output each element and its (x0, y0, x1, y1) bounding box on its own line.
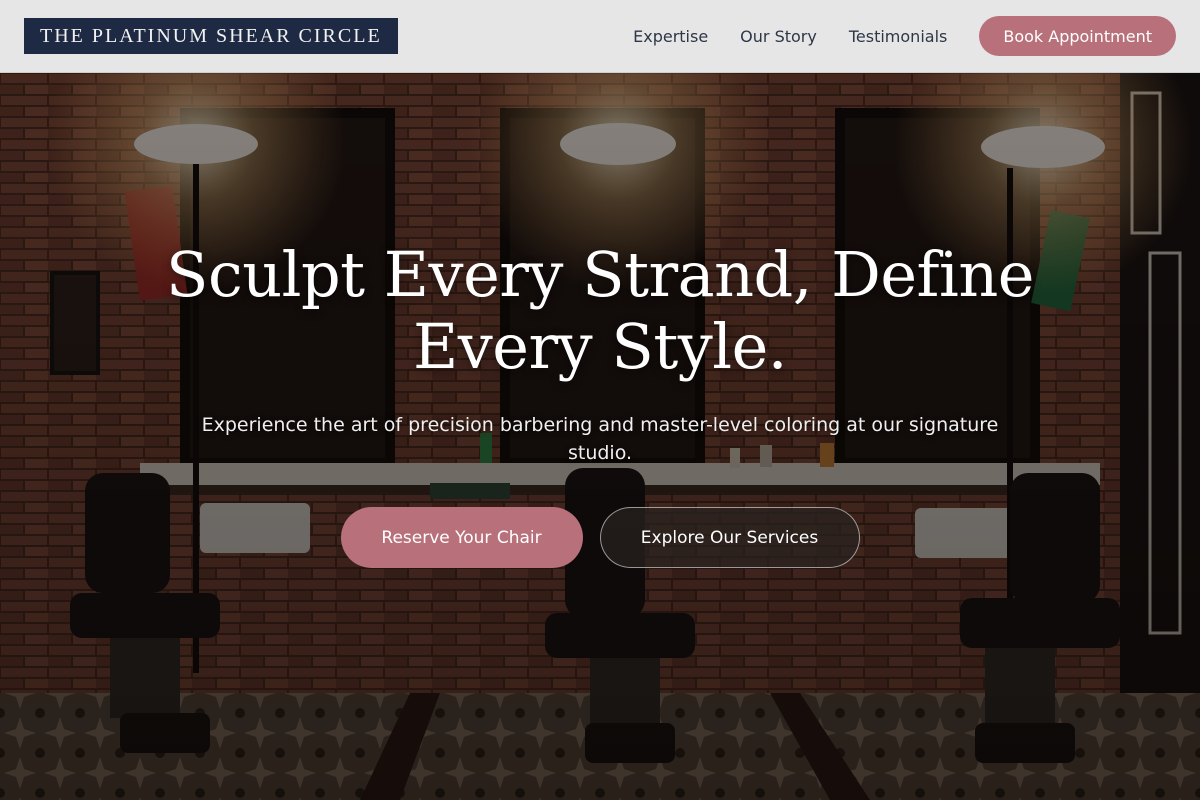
nav-link-expertise[interactable]: Expertise (633, 27, 708, 46)
site-header: THE PLATINUM SHEAR CIRCLE Expertise Our … (0, 0, 1200, 73)
explore-services-button[interactable]: Explore Our Services (599, 507, 860, 568)
brand-logo[interactable]: THE PLATINUM SHEAR CIRCLE (24, 18, 398, 54)
hero-subtitle: Experience the art of precision barberin… (201, 414, 999, 464)
main-nav: Expertise Our Story Testimonials Book Ap… (633, 16, 1176, 56)
hero-title: Sculpt Every Strand, Define Every Style. (166, 238, 1034, 383)
hero-section: Sculpt Every Strand, Define Every Style.… (0, 73, 1200, 800)
book-appointment-button[interactable]: Book Appointment (979, 16, 1176, 56)
hero-content: Sculpt Every Strand, Define Every Style.… (0, 73, 1200, 568)
hero-actions: Reserve Your Chair Explore Our Services (0, 507, 1200, 568)
nav-link-our-story[interactable]: Our Story (740, 27, 817, 46)
nav-link-testimonials[interactable]: Testimonials (849, 27, 948, 46)
reserve-chair-button[interactable]: Reserve Your Chair (340, 507, 583, 568)
